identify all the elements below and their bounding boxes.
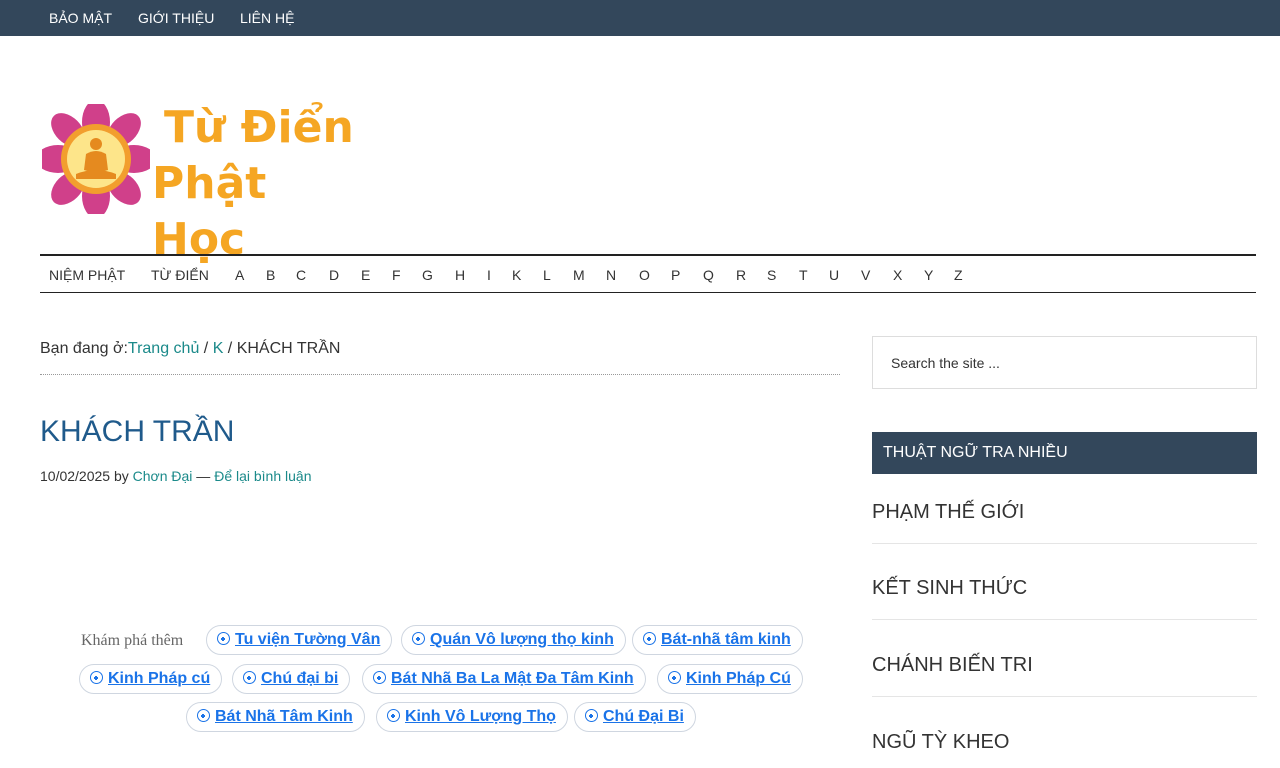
chip-label: Bát-nhã tâm kinh [661,631,791,648]
explore-chip[interactable]: Chú Đại Bi [574,702,696,732]
nav-letter-g[interactable]: G [422,267,433,283]
plus-circle-icon [373,671,386,684]
nav-letter-m[interactable]: M [573,267,585,283]
nav-letter-a[interactable]: A [235,267,244,283]
nav-letter-o[interactable]: O [639,267,650,283]
post-author-link[interactable]: Chơn Đại [133,468,193,484]
chip-label: Chú đại bi [261,670,339,687]
nav-letter-t[interactable]: T [799,267,808,283]
plus-circle-icon [643,632,656,645]
term-divider [872,543,1257,544]
plus-circle-icon [412,632,425,645]
chip-label: Quán Vô lượng thọ kinh [430,631,614,648]
nav-letter-b[interactable]: B [266,267,275,283]
plus-circle-icon [668,671,681,684]
explore-chip[interactable]: Tu viện Tường Vân [206,625,393,655]
chip-label: Bát Nhã Tâm Kinh [215,708,353,725]
chip-label: Bát Nhã Ba La Mật Đa Tâm Kinh [391,670,634,687]
nav-letter-c[interactable]: C [296,267,306,283]
chip-label: Chú Đại Bi [603,708,684,725]
term-divider [872,619,1257,620]
nav-letter-p[interactable]: P [671,267,680,283]
widget-title: THUẬT NGỮ TRA NHIỀU [872,432,1257,474]
explore-chip[interactable]: Quán Vô lượng thọ kinh [401,625,626,655]
nav-letter-e[interactable]: E [361,267,370,283]
explore-chip[interactable]: Bát Nhã Tâm Kinh [186,702,365,732]
term-link[interactable]: NGŨ TỲ KHEO [872,730,1257,758]
breadcrumb-current: KHÁCH TRẦN [236,340,341,357]
nav-letter-u[interactable]: U [829,267,839,283]
logo-text: Từ Điển Phật Học [152,100,362,268]
term-divider [872,696,1257,697]
explore-label: Khám phá thêm [81,632,184,649]
nav-letter-l[interactable]: L [543,267,551,283]
breadcrumb-home-link[interactable]: Trang chủ [128,340,199,357]
breadcrumb-separator: / [199,340,213,357]
plus-circle-icon [585,709,598,722]
breadcrumb-prefix: Bạn đang ở: [40,340,128,357]
logo-line-2: Phật Học [152,158,267,265]
top-nav-gioi-thieu[interactable]: GIỚI THIỆU [138,10,214,26]
logo-line-1: Từ Điển [164,102,354,153]
nav-letter-z[interactable]: Z [954,267,963,283]
site-logo[interactable]: Từ Điển Phật Học [42,100,362,265]
nav-letter-q[interactable]: Q [703,267,714,283]
explore-chip[interactable]: Kinh Pháp Cú [657,664,803,694]
chip-label: Kinh Pháp cú [108,670,211,687]
search-input[interactable] [873,337,1256,388]
post-meta: 10/02/2025 by Chơn Đại — Để lại bình luậ… [40,468,312,484]
plus-circle-icon [90,671,103,684]
nav-letter-r[interactable]: R [736,267,746,283]
top-bar: BẢO MẬT GIỚI THIỆU LIÊN HỆ [0,0,1280,36]
breadcrumb-category-link[interactable]: K [213,340,224,357]
search-box [872,336,1257,389]
nav-letter-x[interactable]: X [893,267,902,283]
nav-letter-y[interactable]: Y [924,267,933,283]
post-by: by [110,468,133,484]
post-title: KHÁCH TRẦN [40,415,235,448]
explore-chip[interactable]: Chú đại bi [232,664,351,694]
plus-circle-icon [197,709,210,722]
main-nav: NIỆM PHẬT TỪ ĐIỂN A B C D E F G H I K L … [40,254,1256,293]
plus-circle-icon [387,709,400,722]
explore-chip[interactable]: Kinh Pháp cú [79,664,223,694]
post-comment-link[interactable]: Để lại bình luận [214,468,311,484]
chip-label: Kinh Pháp Cú [686,670,791,687]
nav-letter-f[interactable]: F [392,267,401,283]
nav-letter-k[interactable]: K [512,267,521,283]
plus-circle-icon [217,632,230,645]
breadcrumb: Bạn đang ở:Trang chủ / K / KHÁCH TRẦN [40,340,340,358]
nav-letter-d[interactable]: D [329,267,339,283]
nav-niem-phat[interactable]: NIỆM PHẬT [49,267,125,283]
nav-letter-i[interactable]: I [487,267,491,283]
post-date: 10/02/2025 [40,468,111,484]
nav-tu-dien[interactable]: TỪ ĐIỂN [151,267,209,283]
nav-letter-s[interactable]: S [767,267,776,283]
plus-circle-icon [243,671,256,684]
breadcrumb-divider [40,374,840,375]
nav-letter-n[interactable]: N [606,267,616,283]
breadcrumb-separator: / [223,340,237,357]
chip-label: Tu viện Tường Vân [235,631,381,648]
post-meta-dash: — [192,468,215,484]
top-nav-lien-he[interactable]: LIÊN HỆ [240,10,294,26]
lotus-buddha-icon [42,104,150,214]
explore-chip[interactable]: Bát-nhã tâm kinh [632,625,803,655]
nav-letter-v[interactable]: V [861,267,870,283]
explore-chip[interactable]: Bát Nhã Ba La Mật Đa Tâm Kinh [362,664,646,694]
chip-label: Kinh Vô Lượng Thọ [405,708,556,725]
top-nav-bao-mat[interactable]: BẢO MẬT [49,10,112,26]
explore-chip[interactable]: Kinh Vô Lượng Thọ [376,702,568,732]
nav-letter-h[interactable]: H [455,267,465,283]
